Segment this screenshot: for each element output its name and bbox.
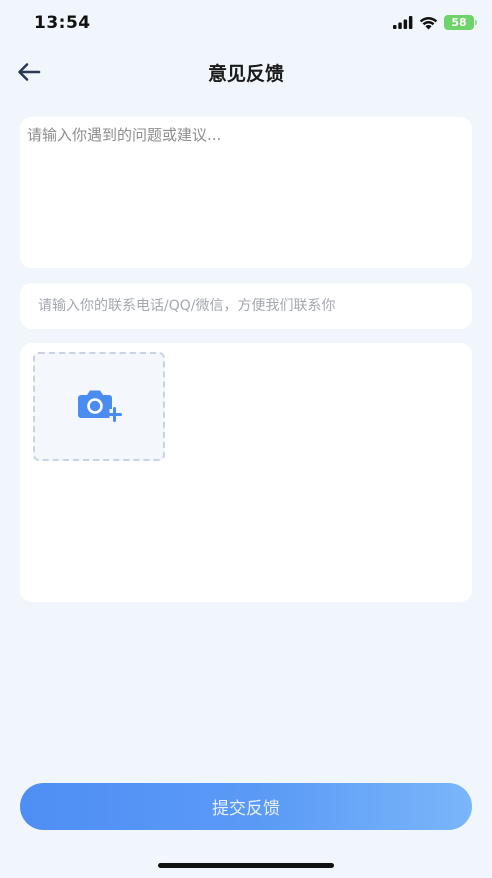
- contact-card: [20, 283, 472, 329]
- status-indicators: 58: [393, 15, 477, 30]
- camera-add-icon: [78, 390, 122, 422]
- nav-bar: 意见反馈: [0, 48, 492, 96]
- home-indicator: [158, 863, 334, 868]
- status-bar: 13:54 58: [0, 0, 492, 48]
- battery-charging-icon: 58: [444, 15, 477, 30]
- add-image-button[interactable]: [33, 352, 165, 461]
- feedback-card: [20, 117, 472, 268]
- status-time: 13:54: [34, 13, 91, 33]
- battery-level: 58: [451, 16, 467, 29]
- submit-feedback-button[interactable]: 提交反馈: [20, 783, 472, 830]
- image-upload-card: [20, 343, 472, 602]
- contact-input[interactable]: [20, 283, 472, 329]
- wifi-icon: [419, 16, 438, 29]
- page-title: 意见反馈: [207, 63, 284, 85]
- feedback-textarea[interactable]: [20, 117, 472, 268]
- signal-icon: [393, 16, 413, 29]
